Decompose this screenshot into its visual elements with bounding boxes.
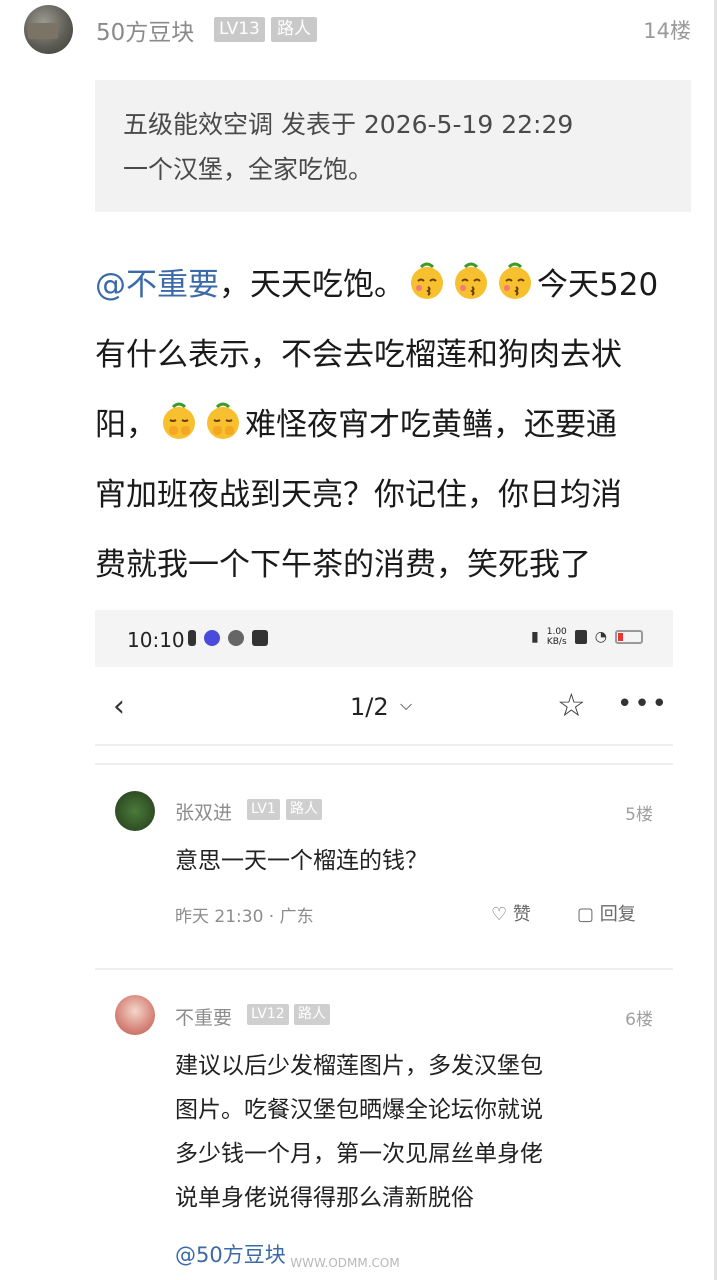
comment-meta: 昨天 21:30 · 广东 xyxy=(175,907,314,927)
comment-icon: ▢ xyxy=(577,904,595,925)
more-icon[interactable]: ••• xyxy=(617,689,669,719)
level-badge: LV12 xyxy=(247,1004,289,1025)
level-badge: LV1 xyxy=(247,799,280,820)
avatar[interactable] xyxy=(115,791,155,831)
battery-icon xyxy=(615,630,643,644)
comment-username[interactable]: 张双进 xyxy=(175,798,232,825)
sim-icon xyxy=(574,630,587,644)
shy-emoji-icon xyxy=(201,396,245,439)
shy-emoji-icon xyxy=(157,396,201,439)
divider xyxy=(95,763,673,765)
notification-icon xyxy=(188,630,196,646)
reply-button[interactable]: ▢ 回复 xyxy=(577,900,636,926)
embedded-screenshot[interactable]: 10:10 ▮ 1.00 KB/s ◔ ‹ 1/2 ⌵ ☆ ••• 张双进 LV1… xyxy=(95,610,673,1280)
level-badge: LV13 xyxy=(214,17,265,42)
comment-text: 意思一天一个榴连的钱？ xyxy=(175,848,428,874)
status-time: 10:10 xyxy=(127,628,185,652)
kiss-emoji-icon xyxy=(405,256,449,299)
body-line-4: 宵加班夜战到天亮？你记住，你日均消 xyxy=(95,477,622,513)
body-line-1: @不重要，天天吃饱。 今天520 xyxy=(95,250,685,320)
divider xyxy=(95,744,673,746)
avatar[interactable] xyxy=(24,5,73,54)
status-right: ▮ 1.00 KB/s ◔ xyxy=(531,627,643,647)
kiss-emoji-icon xyxy=(493,256,537,299)
chevron-down-icon[interactable]: ⌵ xyxy=(400,695,412,715)
app-icon xyxy=(204,630,220,646)
wifi-icon: ◔ xyxy=(594,629,607,645)
comment-text: 建议以后少发榴莲图片，多发汉堡包 图片。吃餐汉堡包晒爆全论坛你就说 多少钱一个月… xyxy=(175,1053,543,1211)
screenshot-navbar: ‹ 1/2 ⌵ ☆ ••• xyxy=(95,667,673,745)
avatar[interactable] xyxy=(115,995,155,1035)
post-header: 50方豆块 LV13 路人 14楼 xyxy=(0,0,717,60)
status-bar: 10:10 ▮ 1.00 KB/s ◔ xyxy=(95,610,673,667)
thumbs-up-icon: ♡ xyxy=(491,904,508,925)
status-icons xyxy=(188,630,268,646)
floor-number: 14楼 xyxy=(643,19,691,43)
like-button[interactable]: ♡ 赞 xyxy=(491,900,531,926)
mention-link[interactable]: @不重要 xyxy=(95,267,219,303)
divider xyxy=(95,968,673,970)
watermark: WWW.ODMM.COM xyxy=(290,1256,400,1270)
post-body: @不重要，天天吃饱。 今天520 有什么表示，不会去吃榴莲和狗肉去状 阳， 难怪夜宵… xyxy=(95,250,685,600)
role-badge: 路人 xyxy=(286,799,322,820)
role-badge: 路人 xyxy=(294,1004,330,1025)
vibrate-icon: ▮ xyxy=(531,629,539,645)
role-badge: 路人 xyxy=(271,17,317,42)
quote-header: 五级能效空调 发表于 2026-5-19 22:29 xyxy=(123,110,574,139)
body-line-5: 费就我一个下午茶的消费，笑死我了 xyxy=(95,547,591,583)
net-speed: 1.00 KB/s xyxy=(546,627,567,647)
message-icon xyxy=(252,630,268,646)
quote-block[interactable]: 五级能效空调 发表于 2026-5-19 22:29 一个汉堡，全家吃饱。 xyxy=(95,80,691,212)
body-line-3: 阳， 难怪夜宵才吃黄鳝，还要通 xyxy=(95,390,685,460)
body-line-2: 有什么表示，不会去吃榴莲和狗肉去状 xyxy=(95,337,622,373)
kiss-emoji-icon xyxy=(449,256,493,299)
floor-number: 6楼 xyxy=(625,1010,653,1030)
back-arrow-icon[interactable]: ‹ xyxy=(113,689,125,724)
quote-text: 一个汉堡，全家吃饱。 xyxy=(123,155,374,184)
page-indicator[interactable]: 1/2 xyxy=(350,693,389,721)
sync-icon xyxy=(228,630,244,646)
floor-number: 5楼 xyxy=(625,805,653,825)
username[interactable]: 50方豆块 xyxy=(96,13,194,47)
star-icon[interactable]: ☆ xyxy=(557,686,586,724)
comment-username[interactable]: 不重要 xyxy=(175,1003,232,1030)
